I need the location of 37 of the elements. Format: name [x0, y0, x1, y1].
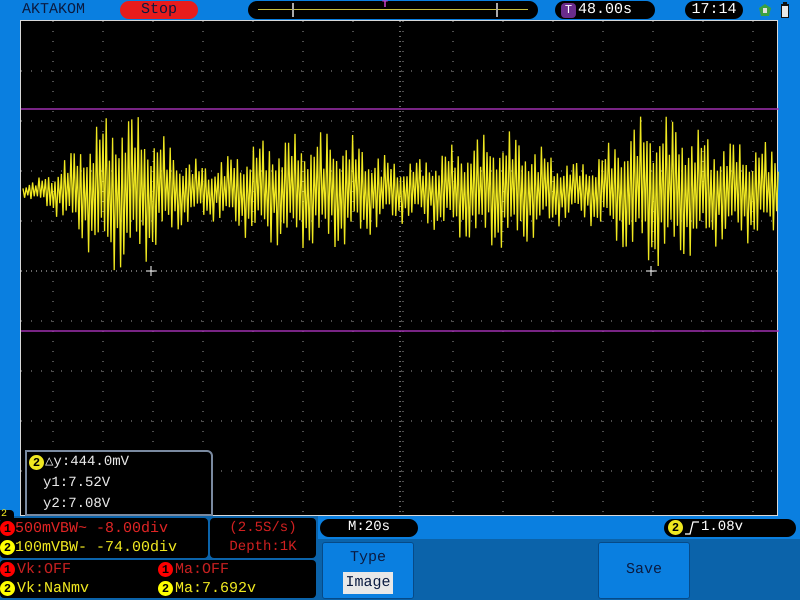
- channel-badge: 2: [158, 581, 173, 596]
- battery-icon: [781, 2, 789, 18]
- crosshair-marker: [646, 266, 656, 276]
- delta-y-reading: △y:444.0mV: [45, 453, 130, 472]
- measurement-value: Vk:NaNmv: [17, 579, 90, 598]
- softkey-value: Image: [343, 572, 392, 594]
- measurement-value: Ma:7.692v: [175, 579, 256, 598]
- cursor-reading: y1:7.52V: [42, 474, 112, 493]
- softkey-button[interactable]: Type Image: [322, 542, 414, 599]
- softkey-button[interactable]: Save: [598, 542, 690, 599]
- cursor-line[interactable]: [21, 108, 779, 110]
- channel-tab[interactable]: 2: [0, 510, 14, 520]
- trigger-time-value: 48.00s: [578, 0, 632, 20]
- cursor-line[interactable]: [21, 330, 779, 332]
- trigger-badge: T: [561, 2, 576, 18]
- acquisition-info: Depth:1K: [229, 538, 297, 557]
- clock: 17:14: [685, 1, 743, 19]
- channel-badge: 1: [158, 562, 173, 577]
- rising-edge-icon: [685, 520, 699, 534]
- channel-badge: 2: [29, 455, 44, 470]
- memory-depth-label: M:20s: [320, 518, 418, 536]
- channel-badge: 2: [0, 581, 15, 596]
- channel-badge: 2: [668, 520, 683, 535]
- channel-setting: 100mVBW- -74.00div: [15, 538, 178, 557]
- acquisition-info: (2.5S/s): [229, 519, 297, 538]
- cursor-reading: y2:7.08V: [42, 495, 112, 514]
- measurement-value: Vk:OFF: [17, 560, 72, 579]
- measurement-value: Ma:OFF: [175, 560, 230, 579]
- channel-badge: 1: [0, 521, 15, 536]
- channel-badge: 1: [0, 562, 15, 577]
- run-status[interactable]: Stop: [120, 1, 198, 19]
- trigger-level: 1.08v: [701, 518, 744, 537]
- trigger-position-marker: T: [382, 0, 388, 13]
- brand-label: AKTAKOM: [22, 0, 86, 20]
- crosshair-marker: [146, 266, 156, 276]
- channel-badge: 2: [0, 540, 15, 555]
- channel-setting: 500mVBW~ -8.00div: [15, 519, 168, 538]
